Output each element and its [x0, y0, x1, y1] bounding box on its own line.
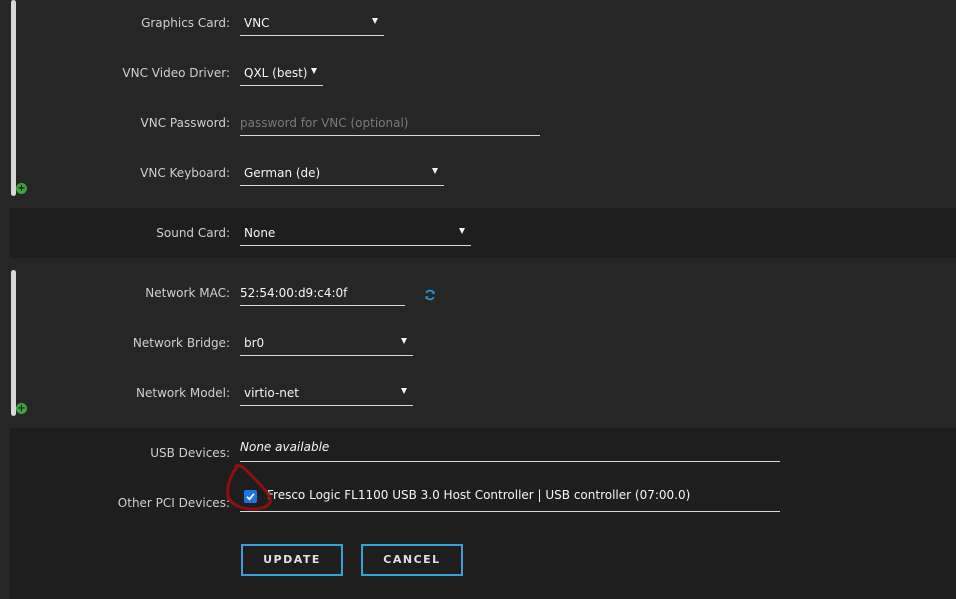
caret-down-icon: [311, 68, 317, 74]
checkmark-icon: [246, 493, 255, 501]
vnc-password-row: VNC Password: [10, 108, 956, 138]
graphics-card-label: Graphics Card: [141, 16, 230, 30]
other-pci-label: Other PCI Devices: [118, 496, 230, 510]
network-bridge-label: Network Bridge: [133, 336, 230, 350]
sound-card-select[interactable]: None: [240, 220, 471, 246]
vnc-keyboard-select[interactable]: German (de): [240, 160, 444, 186]
vm-settings-form: + Graphics Card VNC VNC Video Driver QXL…: [0, 0, 956, 599]
sound-section: Sound Card None: [10, 208, 956, 258]
network-mac-input[interactable]: [240, 280, 405, 306]
usb-pci-section: USB Devices None available Other PCI Dev…: [10, 428, 956, 599]
caret-down-icon: [459, 228, 465, 234]
sound-card-row: Sound Card None: [10, 218, 956, 248]
vnc-keyboard-label: VNC Keyboard: [140, 166, 230, 180]
pci-device-label: Fresco Logic FL1100 USB 3.0 Host Control…: [267, 488, 691, 502]
vnc-video-driver-value: QXL (best): [244, 66, 308, 80]
network-model-label: Network Model: [136, 386, 230, 400]
network-mac-label: Network MAC: [145, 286, 230, 300]
network-model-row: Network Model virtio-net: [10, 378, 956, 408]
caret-down-icon: [401, 338, 407, 344]
network-bridge-select[interactable]: br0: [240, 330, 413, 356]
graphics-card-value: VNC: [244, 16, 270, 30]
usb-devices-label: USB Devices: [150, 446, 230, 460]
usb-devices-text: None available: [240, 440, 330, 454]
graphics-section: + Graphics Card VNC VNC Video Driver QXL…: [10, 0, 956, 200]
pci-device-list: Fresco Logic FL1100 USB 3.0 Host Control…: [240, 486, 780, 512]
vnc-password-input[interactable]: [240, 110, 540, 136]
update-button[interactable]: UPDATE: [241, 544, 343, 576]
vnc-password-label: VNC Password: [141, 116, 230, 130]
sound-card-label: Sound Card: [156, 226, 230, 240]
pci-device-checkbox[interactable]: [244, 490, 257, 503]
caret-down-icon: [372, 18, 378, 24]
network-bridge-value: br0: [244, 336, 265, 350]
network-bridge-row: Network Bridge br0: [10, 328, 956, 358]
graphics-card-select[interactable]: VNC: [240, 10, 384, 36]
vnc-keyboard-row: VNC Keyboard German (de): [10, 158, 956, 188]
vnc-video-driver-select[interactable]: QXL (best): [240, 60, 323, 86]
network-section: + Network MAC Network Bridge br0 Network…: [10, 268, 956, 420]
network-mac-row: Network MAC: [10, 278, 956, 308]
cancel-button[interactable]: CANCEL: [361, 544, 463, 576]
vnc-video-driver-label: VNC Video Driver: [122, 66, 230, 80]
network-model-select[interactable]: virtio-net: [240, 380, 413, 406]
caret-down-icon: [432, 168, 438, 174]
graphics-card-row: Graphics Card VNC: [10, 8, 956, 38]
vnc-video-driver-row: VNC Video Driver QXL (best): [10, 58, 956, 88]
caret-down-icon: [401, 388, 407, 394]
network-model-value: virtio-net: [244, 386, 299, 400]
sound-card-value: None: [244, 226, 276, 240]
vnc-keyboard-value: German (de): [244, 166, 321, 180]
refresh-icon[interactable]: [424, 289, 436, 301]
usb-devices-value: None available: [240, 440, 780, 462]
